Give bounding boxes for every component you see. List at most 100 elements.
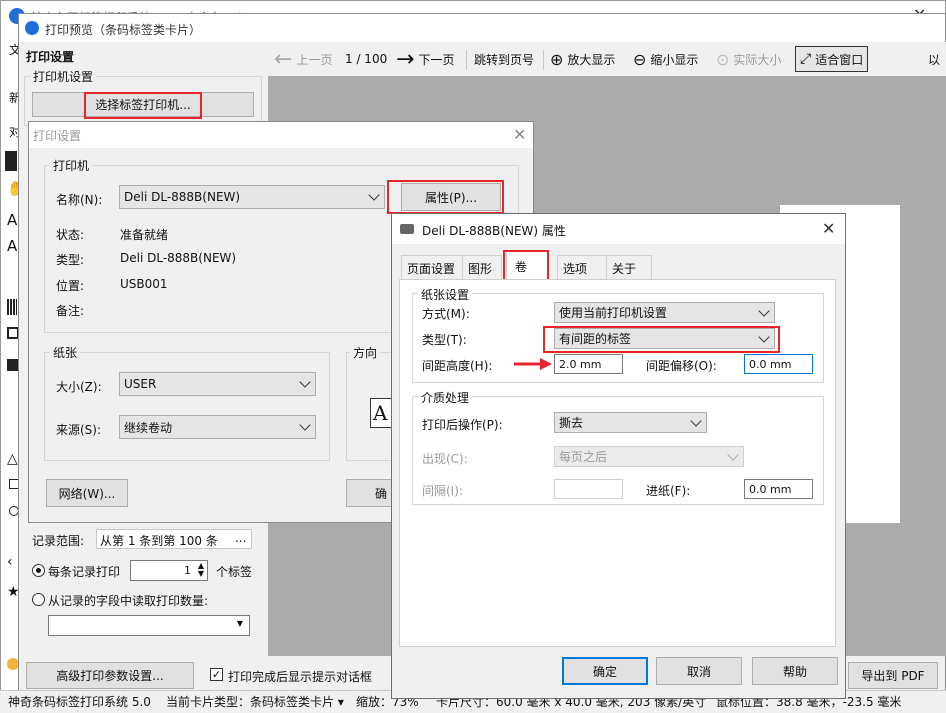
- tab-graphics[interactable]: 图形: [462, 255, 502, 279]
- ok-button[interactable]: 确定: [562, 657, 648, 685]
- dropdown-arrow-icon: ▼: [236, 619, 243, 628]
- toolbar-separator: [543, 50, 544, 70]
- print-settings-heading: 打印设置: [26, 50, 75, 64]
- method-select[interactable]: 使用当前打印机设置: [554, 302, 775, 323]
- paper-source-label: 来源(S):: [56, 423, 102, 437]
- toolbar-overflow-fragment[interactable]: 以: [928, 44, 940, 74]
- select-printer-highlight: [84, 92, 202, 119]
- actual-size-button[interactable]: ⊙ 实际大小: [716, 44, 781, 74]
- show-dialog-checkbox[interactable]: ✓: [210, 668, 223, 681]
- record-range-value: 从第 1 条到第 100 条: [100, 534, 218, 548]
- select-tool-icon[interactable]: [5, 151, 17, 171]
- gap-height-input[interactable]: 2.0 mm: [554, 354, 623, 374]
- help-button[interactable]: 帮助: [752, 657, 838, 685]
- chevron-down-icon: [368, 189, 380, 201]
- zoom-out-icon: ⊖: [633, 49, 647, 69]
- paper-size-select[interactable]: USER: [119, 372, 316, 396]
- paper-group-title: 纸张: [50, 344, 81, 361]
- magnifier-icon: ⊙: [716, 49, 730, 69]
- interval-label: 间隔(I):: [422, 484, 463, 498]
- label-type-highlight: [543, 326, 780, 353]
- paper-group: [44, 352, 330, 461]
- arrow-tool-icon[interactable]: ‹: [7, 554, 13, 570]
- status-app-name: 神奇条码标签打印系统 5.0: [8, 695, 151, 709]
- media-group-title: 介质处理: [418, 389, 473, 406]
- per-record-unit: 个标签: [216, 565, 253, 579]
- tab-page-setup[interactable]: 页面设置: [401, 255, 463, 279]
- printer-icon: [400, 224, 414, 234]
- field-select[interactable]: ▼: [48, 615, 250, 636]
- red-arrow-icon: [514, 358, 552, 370]
- printer-group-title: 打印机: [50, 157, 93, 174]
- barcode-tool-icon[interactable]: [7, 299, 17, 315]
- occur-select: 每页之后: [554, 446, 744, 467]
- properties-titlebar: Deli DL-888B(NEW) 属性 ✕: [392, 214, 845, 244]
- paper-source-select[interactable]: 继续卷动: [119, 415, 316, 439]
- fit-window-button[interactable]: ⤢ 适合窗口: [795, 46, 869, 72]
- record-range-field: 从第 1 条到第 100 条 ...: [96, 529, 252, 549]
- goto-page-button[interactable]: 跳转到页号: [474, 44, 534, 74]
- page-indicator: 1 / 100: [345, 52, 388, 66]
- network-button[interactable]: 网络(W)...: [46, 479, 128, 507]
- gap-height-label: 间距高度(H):: [422, 359, 493, 373]
- per-record-radio[interactable]: [32, 564, 45, 577]
- post-action-select[interactable]: 撕去: [554, 412, 707, 433]
- left-arrow-icon: ←: [274, 46, 293, 72]
- from-field-radio[interactable]: [32, 593, 45, 606]
- occur-label: 出现(C):: [422, 452, 468, 466]
- method-label: 方式(M):: [422, 307, 470, 321]
- chevron-down-icon: [299, 419, 311, 431]
- per-record-label: 每条记录打印: [48, 565, 121, 579]
- print-setup-titlebar: 打印设置 ✕: [29, 122, 533, 148]
- feed-input[interactable]: 0.0 mm: [744, 479, 813, 499]
- gap-offset-label: 间距偏移(O):: [646, 359, 717, 373]
- advanced-settings-button[interactable]: 高级打印参数设置...: [26, 662, 194, 689]
- preview-window-title: 打印预览（条码标签类卡片）: [45, 23, 202, 37]
- fit-window-icon: ⤢: [800, 51, 812, 67]
- orientation-group-title: 方向: [350, 344, 381, 361]
- toolbar-separator: [466, 50, 467, 70]
- preview-titlebar: 打印预览（条码标签类卡片）: [19, 14, 945, 42]
- gap-offset-input[interactable]: 0.0 mm: [744, 354, 813, 374]
- print-setup-title: 打印设置: [33, 129, 82, 143]
- location-label: 位置:: [56, 279, 85, 293]
- zoom-in-icon: ⊕: [550, 49, 564, 69]
- printer-name-label: 名称(N):: [56, 193, 103, 207]
- chevron-down-icon: [299, 376, 311, 388]
- per-record-value: 1: [184, 564, 191, 577]
- per-record-spinner[interactable]: 1 ▲ ▼: [130, 560, 208, 581]
- close-icon[interactable]: ✕: [822, 221, 835, 237]
- chevron-down-icon: [758, 304, 770, 317]
- tab-options[interactable]: 选项: [557, 255, 607, 279]
- prev-page-button[interactable]: ← 上一页: [274, 44, 332, 74]
- interval-input: [554, 479, 623, 499]
- status-card-type[interactable]: 当前卡片类型：条码标签类卡片 ▾: [166, 693, 344, 710]
- line-tool-icon[interactable]: △: [7, 451, 18, 467]
- properties-title: Deli DL-888B(NEW) 属性: [422, 224, 566, 238]
- zoom-out-button[interactable]: ⊖ 缩小显示: [633, 44, 698, 74]
- chevron-down-icon: [690, 414, 702, 427]
- post-action-label: 打印后操作(P):: [422, 418, 503, 432]
- chevron-down-icon: [727, 448, 739, 461]
- show-dialog-label: 打印完成后显示提示对话框: [228, 670, 373, 684]
- record-range-more-button[interactable]: ...: [235, 531, 246, 545]
- radio-dot-icon: [36, 568, 41, 573]
- printer-name-select[interactable]: Deli DL-888B(NEW): [119, 185, 385, 209]
- next-page-button[interactable]: → 下一页: [396, 44, 454, 74]
- zoom-in-button[interactable]: ⊕ 放大显示: [550, 44, 615, 74]
- text-tool-icon[interactable]: A: [7, 211, 17, 229]
- cancel-button[interactable]: 取消: [656, 657, 742, 685]
- text2-tool-icon[interactable]: A: [7, 237, 17, 255]
- close-icon[interactable]: ✕: [513, 127, 526, 143]
- location-value: USB001: [120, 277, 168, 291]
- spinner-arrows-icon: ▲ ▼: [197, 561, 204, 578]
- preview-logo-icon: [25, 21, 39, 35]
- printer-settings-label: 打印机设置: [30, 68, 97, 85]
- export-pdf-button[interactable]: 导出到 PDF: [848, 662, 938, 689]
- paper-size-label: 大小(Z):: [56, 380, 102, 394]
- type-label: 类型:: [56, 253, 85, 267]
- type-value: Deli DL-888B(NEW): [120, 251, 237, 265]
- status-label: 状态:: [56, 228, 85, 242]
- comment-label: 备注:: [56, 304, 85, 318]
- tab-about[interactable]: 关于: [606, 255, 652, 279]
